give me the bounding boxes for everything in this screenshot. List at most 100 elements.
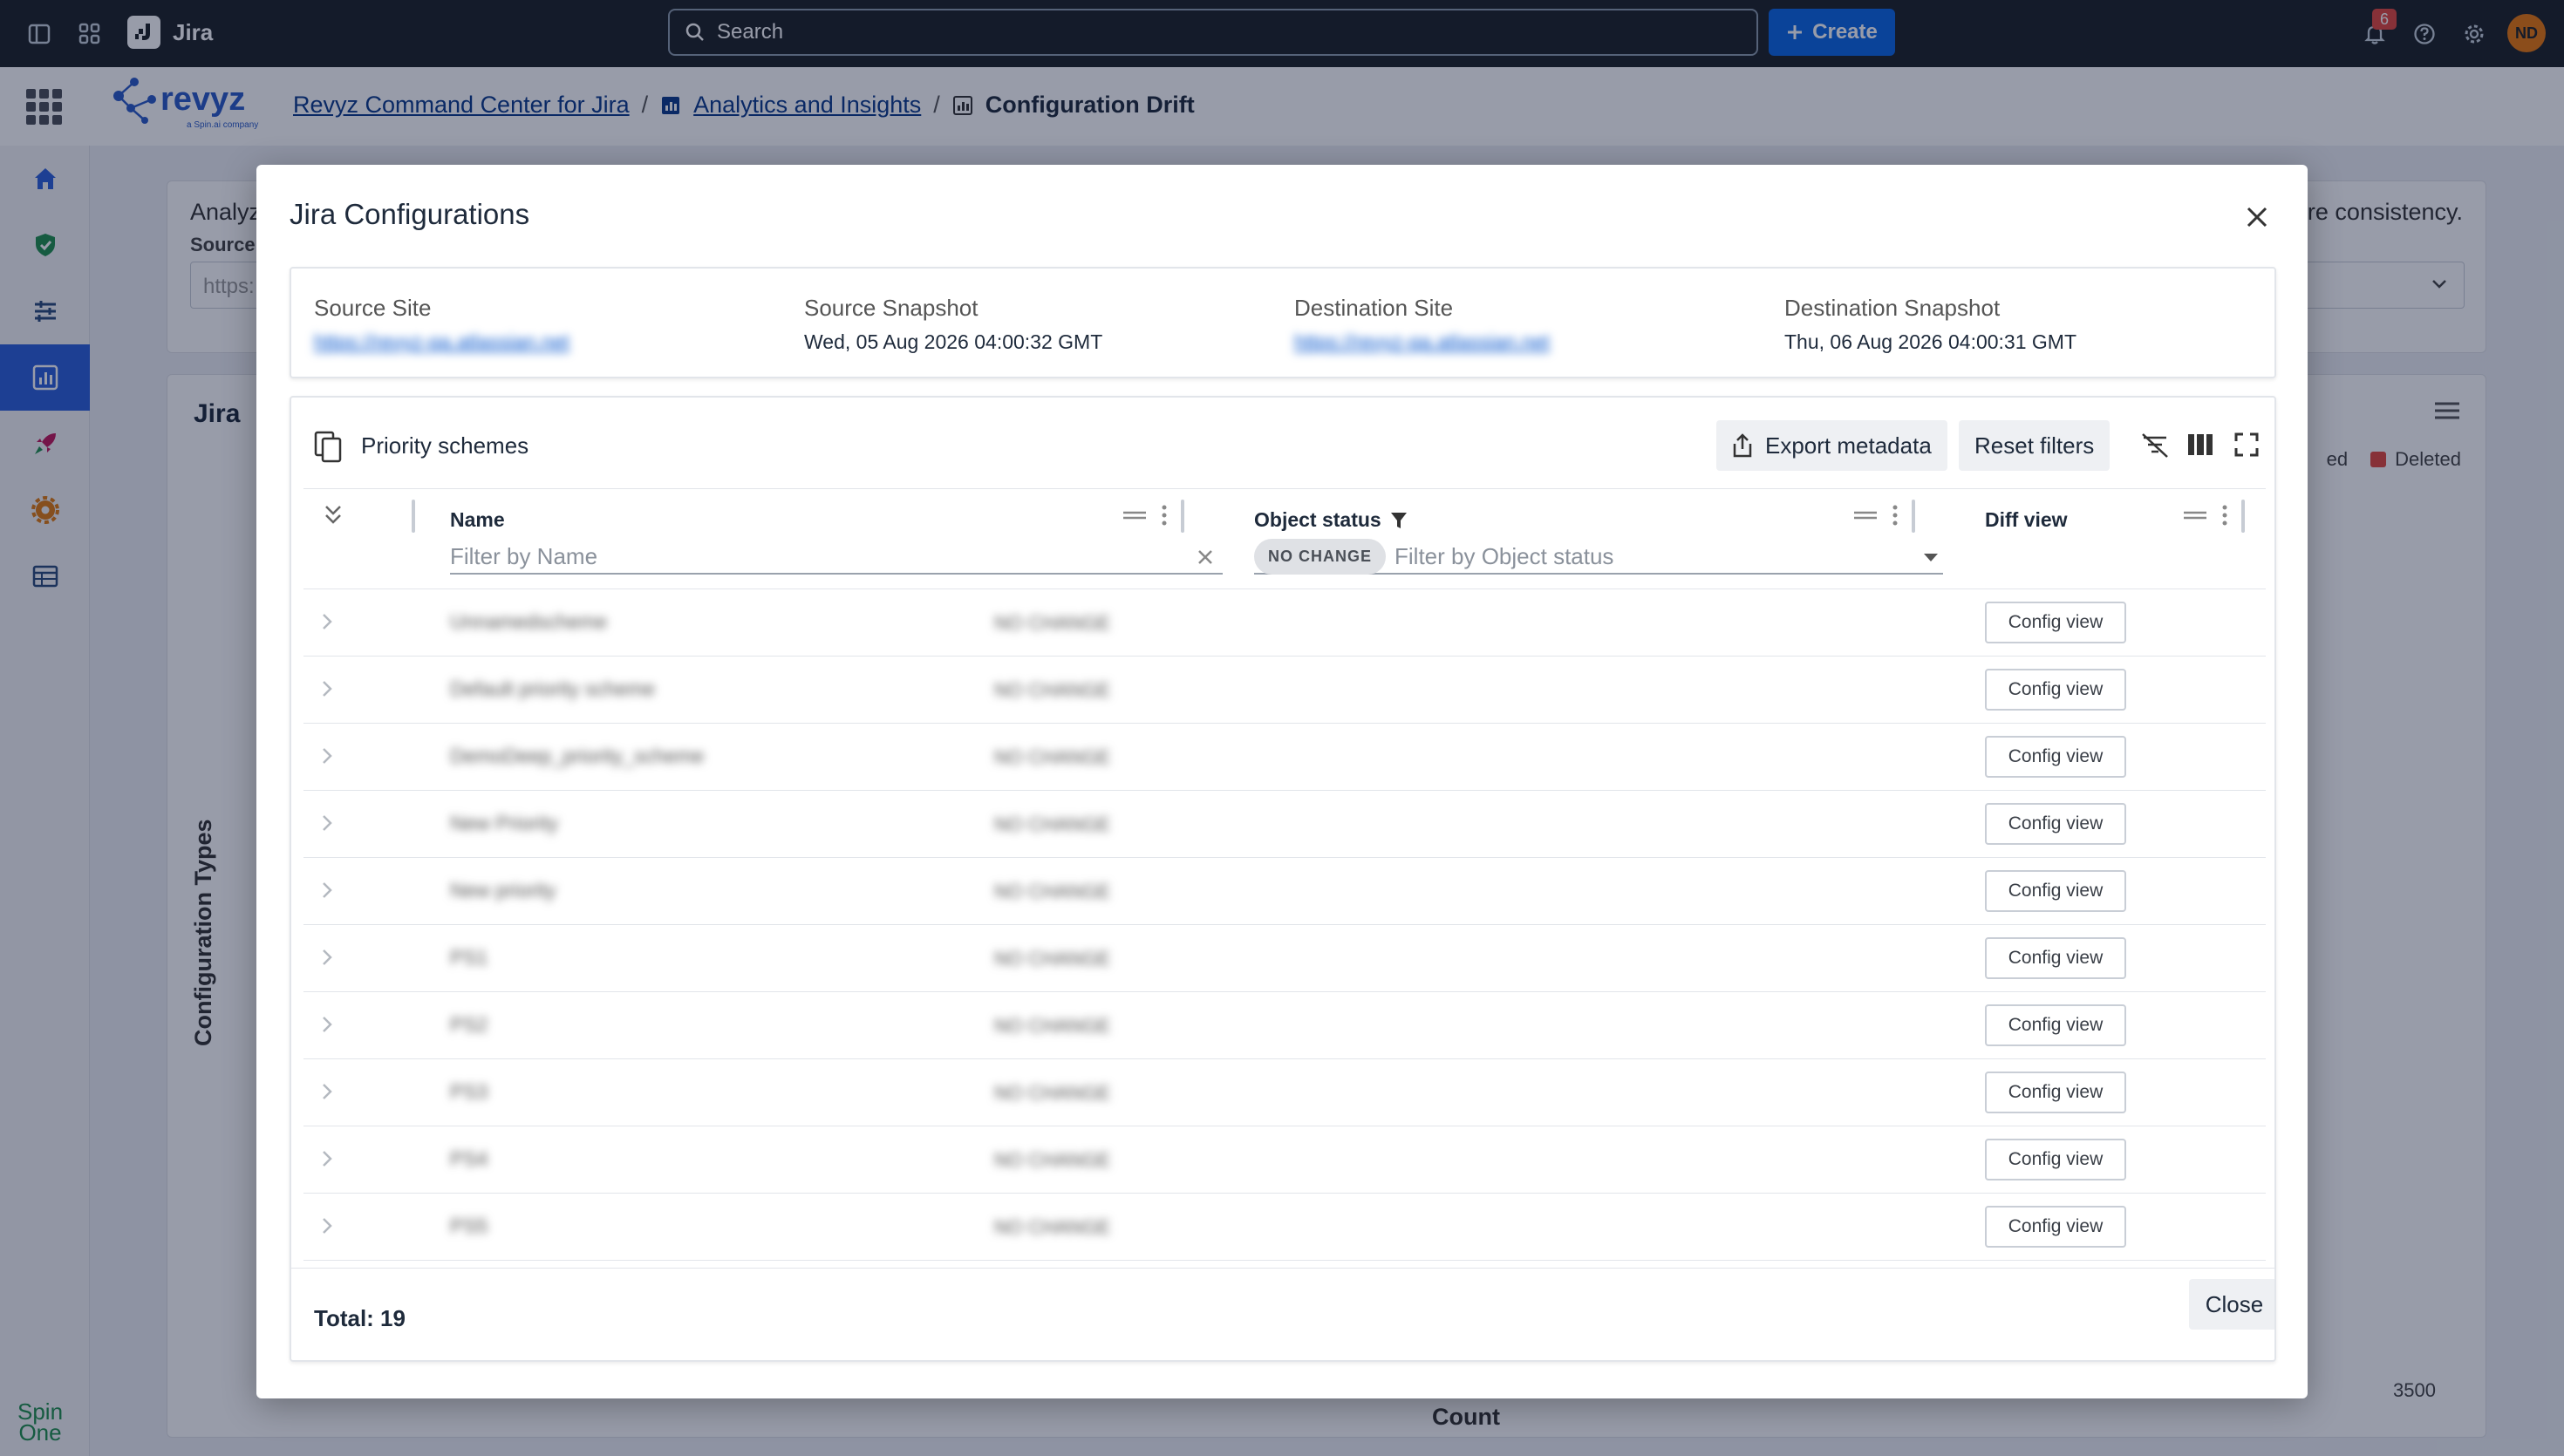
config-view-button[interactable]: Config view [1985, 1206, 2126, 1248]
row-object-status: NO CHANGE [994, 1149, 1111, 1171]
source-snapshot-info: Source Snapshot Wed, 05 Aug 2026 04:00:3… [804, 295, 1102, 354]
table-row[interactable]: PS1 NO CHANGE Config view [303, 925, 2266, 992]
export-metadata-button[interactable]: Export metadata [1716, 420, 1947, 471]
snapshot-info-panel: Source Site https://revyz-qa.atlassian.n… [290, 267, 2276, 378]
chevron-right-icon[interactable] [321, 1015, 333, 1034]
columns-icon[interactable] [2187, 432, 2213, 457]
total-count: Total: 19 [314, 1305, 406, 1331]
chevron-right-icon[interactable] [321, 746, 333, 765]
source-site-link[interactable]: https://revyz-qa.atlassian.net [314, 330, 569, 354]
column-menu-icon[interactable] [2222, 505, 2227, 526]
destination-snapshot-value: Thu, 06 Aug 2026 04:00:31 GMT [1784, 330, 2077, 353]
config-view-button[interactable]: Config view [1985, 736, 2126, 778]
drag-handle-icon[interactable] [1123, 510, 1146, 520]
table-row[interactable]: PS3 NO CHANGE Config view [303, 1059, 2266, 1126]
name-filter-placeholder: Filter by Name [450, 542, 598, 569]
config-view-button[interactable]: Config view [1985, 937, 2126, 979]
row-name: PS5 [450, 1214, 488, 1237]
column-diff-label: Diff view [1985, 508, 2068, 531]
table-toolbar: Priority schemes Export metadata Reset f… [291, 398, 2274, 488]
table-row[interactable]: DemoDeep_priority_scheme NO CHANGE Config … [303, 724, 2266, 791]
config-view-button[interactable]: Config view [1985, 602, 2126, 643]
drag-handle-icon[interactable] [1854, 510, 1877, 520]
column-menu-icon[interactable] [1892, 505, 1898, 526]
chevron-right-icon[interactable] [321, 612, 333, 631]
row-name: New priority [450, 879, 556, 901]
row-name: PS1 [450, 946, 488, 969]
status-filter-chip[interactable]: NO CHANGE [1254, 538, 1387, 575]
table-header-row: Name Object status Diff view Filter by N… [303, 488, 2266, 589]
row-object-status: NO CHANGE [994, 881, 1111, 902]
close-icon [2247, 207, 2267, 228]
config-view-button[interactable]: Config view [1985, 1072, 2126, 1113]
chevron-right-icon[interactable] [321, 881, 333, 900]
expand-all-icon[interactable] [323, 503, 344, 527]
row-name: New Priority [450, 812, 558, 834]
export-metadata-label: Export metadata [1765, 432, 1932, 459]
column-header-name[interactable]: Name [450, 508, 505, 532]
config-view-button[interactable]: Config view [1985, 1139, 2126, 1180]
object-status-filter-select[interactable]: NO CHANGE Filter by Object status [1254, 538, 1943, 575]
fullscreen-icon[interactable] [2234, 432, 2259, 457]
destination-snapshot-label: Destination Snapshot [1784, 295, 2001, 321]
config-view-button[interactable]: Config view [1985, 803, 2126, 845]
status-column-tools [1854, 505, 1898, 526]
column-divider[interactable] [2241, 500, 2245, 533]
row-name: PS2 [450, 1013, 488, 1036]
column-header-object-status[interactable]: Object status [1254, 508, 1408, 532]
diff-column-tools [2184, 505, 2227, 526]
config-view-button[interactable]: Config view [1985, 1004, 2126, 1046]
source-snapshot-label: Source Snapshot [804, 295, 979, 321]
config-view-button[interactable]: Config view [1985, 669, 2126, 711]
clear-filter-icon[interactable] [1197, 548, 1214, 566]
table-row[interactable]: PS5 NO CHANGE Config view [303, 1194, 2266, 1261]
row-name: PS4 [450, 1147, 488, 1170]
chevron-right-icon[interactable] [321, 813, 333, 833]
source-snapshot-value: Wed, 05 Aug 2026 04:00:32 GMT [804, 330, 1103, 353]
chevron-right-icon[interactable] [321, 679, 333, 698]
column-name-label: Name [450, 508, 505, 531]
close-button[interactable]: Close [2189, 1279, 2274, 1330]
column-divider[interactable] [1912, 500, 1915, 533]
row-object-status: NO CHANGE [994, 948, 1111, 970]
column-menu-icon[interactable] [1162, 505, 1167, 526]
table-row[interactable]: New priority NO CHANGE Config view [303, 858, 2266, 925]
table-row[interactable]: PS4 NO CHANGE Config view [303, 1126, 2266, 1194]
copy-icon [314, 431, 342, 463]
modal-close-button[interactable] [2238, 198, 2276, 236]
table-row[interactable]: Default priority scheme NO CHANGE Config v… [303, 657, 2266, 724]
chevron-right-icon[interactable] [321, 1082, 333, 1101]
row-name: Unnamedscheme [450, 610, 608, 633]
jira-configurations-modal: Jira Configurations Source Site https://… [256, 165, 2308, 1398]
chevron-right-icon[interactable] [321, 1216, 333, 1235]
row-name: DemoDeep_priority_scheme [450, 745, 705, 767]
column-header-diff-view[interactable]: Diff view [1985, 508, 2068, 532]
table-row[interactable]: PS2 NO CHANGE Config view [303, 992, 2266, 1059]
chevron-right-icon[interactable] [321, 948, 333, 967]
drag-handle-icon[interactable] [2184, 510, 2206, 520]
reset-filters-button[interactable]: Reset filters [1959, 420, 2111, 471]
destination-site-label: Destination Site [1294, 295, 1454, 321]
export-icon [1733, 433, 1752, 458]
destination-snapshot-info: Destination Snapshot Thu, 06 Aug 2026 04… [1784, 295, 2076, 354]
row-object-status: NO CHANGE [994, 813, 1111, 835]
row-object-status: NO CHANGE [994, 612, 1111, 634]
table-row[interactable] [303, 1261, 2266, 1268]
table-row[interactable]: New Priority NO CHANGE Config view [303, 791, 2266, 858]
column-divider[interactable] [412, 500, 415, 533]
row-object-status: NO CHANGE [994, 746, 1111, 768]
source-site-info: Source Site https://revyz-qa.atlassian.n… [314, 295, 569, 354]
filter-funnel-icon[interactable] [1390, 511, 1408, 530]
row-name: PS3 [450, 1080, 488, 1103]
config-view-button[interactable]: Config view [1985, 870, 2126, 912]
dropdown-arrow-icon[interactable] [1924, 554, 1938, 562]
name-column-tools [1123, 505, 1167, 526]
chevron-right-icon[interactable] [321, 1149, 333, 1168]
name-filter-input[interactable]: Filter by Name [450, 540, 1223, 575]
destination-site-info: Destination Site https://revyz-qa.atlass… [1294, 295, 1550, 354]
destination-site-link[interactable]: https://revyz-qa.atlassian.net [1294, 330, 1550, 354]
table-row[interactable]: Unnamedscheme NO CHANGE Config view [303, 589, 2266, 657]
hide-filters-icon[interactable] [2140, 432, 2170, 459]
column-status-label: Object status [1254, 508, 1381, 531]
column-divider[interactable] [1181, 500, 1184, 533]
